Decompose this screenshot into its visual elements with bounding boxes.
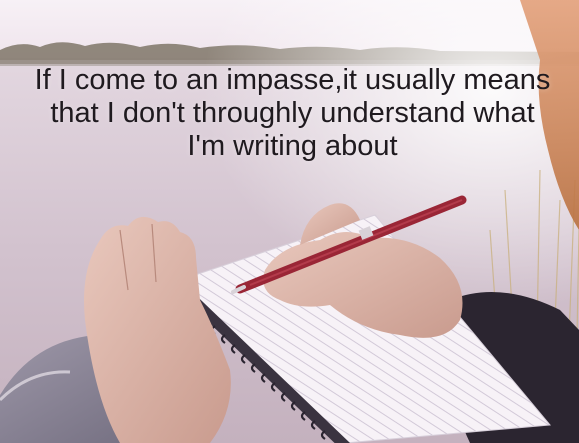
quote-text: If I come to an impasse,it usually means… [34, 64, 551, 162]
quote-image: If I come to an impasse,it usually means… [0, 0, 579, 443]
